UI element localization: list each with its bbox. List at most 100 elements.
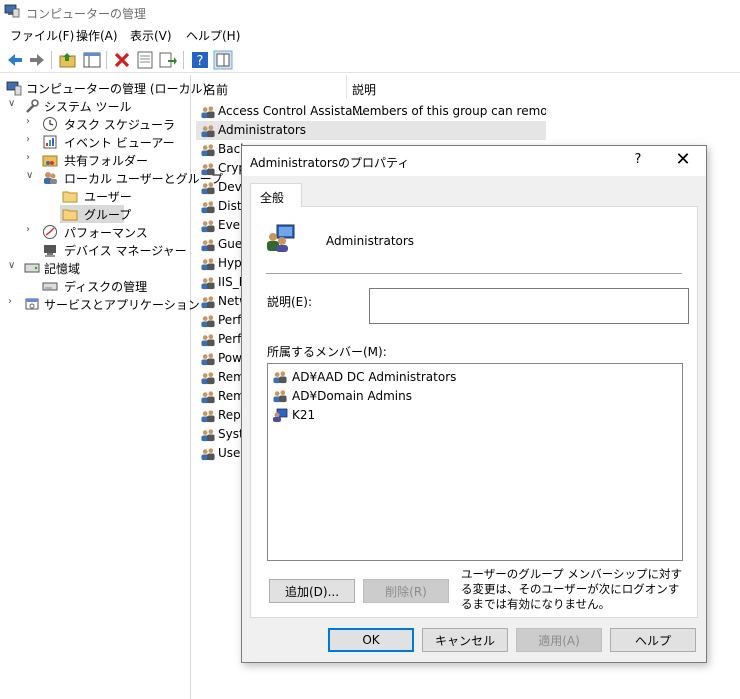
up-folder-icon[interactable] bbox=[58, 50, 78, 70]
tree-item-shared-folders[interactable]: › 共有フォルダー bbox=[26, 151, 190, 169]
chevron-right-icon[interactable]: › bbox=[8, 296, 20, 307]
services-icon bbox=[25, 298, 39, 310]
group-name: Administrators bbox=[326, 234, 415, 248]
group-icon bbox=[200, 351, 216, 366]
member-name: K21 bbox=[292, 408, 316, 422]
properties-icon[interactable] bbox=[135, 50, 155, 70]
description-field[interactable] bbox=[369, 288, 689, 324]
tab-general[interactable]: 全般 bbox=[250, 183, 302, 207]
tree-item-users[interactable]: ユーザー bbox=[60, 187, 190, 205]
help-button[interactable]: ヘルプ bbox=[610, 628, 696, 652]
tree-label: グループ bbox=[84, 208, 132, 222]
tree-item-disk-management[interactable]: ディスクの管理 bbox=[26, 277, 190, 295]
ok-button[interactable]: OK bbox=[328, 628, 414, 652]
tree-item-task-scheduler[interactable]: › タスク スケジューラ bbox=[26, 115, 190, 133]
menu-help[interactable]: ヘルプ(H) bbox=[186, 27, 240, 44]
tree-item-performance[interactable]: › パフォーマンス bbox=[26, 223, 190, 241]
tree-item-services-apps[interactable]: › サービスとアプリケーション bbox=[8, 295, 200, 313]
table-row[interactable]: Access Control Assista... Members of this… bbox=[196, 102, 546, 121]
members-label: 所属するメンバー(M): bbox=[267, 345, 387, 359]
menu-view[interactable]: 表示(V) bbox=[130, 27, 172, 44]
chevron-right-icon[interactable]: › bbox=[26, 116, 38, 127]
add-button[interactable]: 追加(D)... bbox=[269, 579, 355, 603]
delete-icon[interactable] bbox=[112, 50, 132, 70]
group-icon bbox=[200, 313, 216, 328]
back-icon[interactable] bbox=[5, 50, 25, 70]
general-panel: Administrators 説明(E): 所属するメンバー(M): AD¥AA… bbox=[250, 206, 698, 618]
tree-item-root[interactable]: コンピューターの管理 (ローカル) bbox=[4, 79, 207, 97]
row-description: Members of this group can remot... bbox=[352, 104, 546, 118]
column-header-description[interactable]: 説明 bbox=[352, 81, 376, 98]
chevron-right-icon[interactable]: › bbox=[26, 224, 38, 235]
action-pane-icon[interactable] bbox=[213, 50, 233, 70]
computer-management-icon bbox=[4, 4, 20, 18]
tree-item-groups[interactable]: グループ bbox=[60, 205, 131, 223]
member-name: AD¥Domain Admins bbox=[292, 389, 412, 403]
table-row[interactable]: Administrators bbox=[196, 121, 546, 140]
computer-management-icon bbox=[6, 81, 22, 96]
group-icon bbox=[272, 388, 288, 404]
tree-label: 記憶域 bbox=[44, 262, 81, 276]
users-icon bbox=[44, 172, 57, 184]
description-label: 説明(E): bbox=[267, 295, 312, 309]
group-icon bbox=[200, 427, 216, 442]
tree-label: ユーザー bbox=[84, 190, 132, 204]
device-manager-icon bbox=[44, 245, 56, 257]
group-icon bbox=[200, 294, 216, 309]
membership-note: ユーザーのグループ メンバーシップに対する変更は、そのユーザーが次にログオンする… bbox=[461, 567, 683, 611]
forward-icon[interactable] bbox=[27, 50, 47, 70]
menu-action[interactable]: 操作(A) bbox=[76, 27, 118, 44]
member-name: AD¥AAD DC Administrators bbox=[292, 370, 457, 384]
members-list[interactable]: AD¥AAD DC Administrators AD¥Domain Admins… bbox=[267, 363, 683, 561]
shared-folder-icon bbox=[42, 155, 58, 167]
apply-button[interactable]: 適用(A) bbox=[516, 628, 602, 652]
group-icon bbox=[200, 389, 216, 404]
tree-item-storage[interactable]: ∨ 記憶域 bbox=[8, 259, 190, 277]
clock-icon bbox=[43, 117, 57, 131]
column-header-name[interactable]: 名前 bbox=[204, 81, 228, 98]
show-tree-icon[interactable] bbox=[82, 50, 102, 70]
tree-label: システム ツール bbox=[44, 100, 132, 114]
group-icon bbox=[200, 408, 216, 423]
close-icon[interactable]: ✕ bbox=[668, 149, 698, 171]
chevron-right-icon[interactable]: › bbox=[26, 134, 38, 145]
group-icon bbox=[200, 332, 216, 347]
chevron-down-icon[interactable]: ∨ bbox=[8, 98, 20, 109]
performance-icon bbox=[43, 225, 57, 239]
navigation-tree: コンピューターの管理 (ローカル) ∨ システム ツール › タスク スケジュー… bbox=[0, 75, 223, 699]
group-icon bbox=[200, 275, 216, 290]
row-name: Access Control Assista... bbox=[218, 104, 364, 118]
tree-label: イベント ビューアー bbox=[64, 136, 175, 150]
help-icon[interactable]: ? bbox=[626, 152, 650, 172]
dialog-title-bar: Administratorsのプロパティ ? ✕ bbox=[242, 146, 706, 176]
properties-dialog: Administratorsのプロパティ ? ✕ 全般 Administrato… bbox=[241, 145, 707, 663]
export-icon[interactable] bbox=[158, 50, 178, 70]
row-name: Administrators bbox=[218, 123, 307, 137]
storage-icon bbox=[24, 263, 40, 273]
group-icon bbox=[200, 104, 216, 119]
cancel-button[interactable]: キャンセル bbox=[422, 628, 508, 652]
tools-icon bbox=[26, 99, 39, 113]
chevron-down-icon[interactable]: ∨ bbox=[8, 260, 20, 271]
title-bar: コンピューターの管理 bbox=[0, 0, 740, 24]
tree-item-device-manager[interactable]: デバイス マネージャー bbox=[26, 241, 190, 259]
group-icon bbox=[200, 237, 216, 252]
group-icon bbox=[267, 224, 295, 252]
chevron-right-icon[interactable]: › bbox=[26, 152, 38, 163]
tree-label: タスク スケジューラ bbox=[64, 118, 175, 132]
tree-item-system-tools[interactable]: ∨ システム ツール bbox=[8, 97, 190, 115]
menu-file[interactable]: ファイル(F) bbox=[10, 27, 74, 44]
tree-item-event-viewer[interactable]: › イベント ビューアー bbox=[26, 133, 190, 151]
help-icon[interactable]: ? bbox=[190, 50, 210, 70]
group-icon bbox=[200, 218, 216, 233]
group-icon bbox=[200, 370, 216, 385]
chevron-down-icon[interactable]: ∨ bbox=[26, 170, 38, 181]
tree-label: ディスクの管理 bbox=[64, 280, 148, 294]
group-icon bbox=[200, 446, 216, 461]
tree-item-local-users-groups[interactable]: ∨ ローカル ユーザーとグループ bbox=[26, 169, 223, 187]
group-icon bbox=[200, 256, 216, 271]
event-viewer-icon bbox=[43, 135, 57, 149]
tab-label: 全般 bbox=[260, 191, 285, 205]
remove-button[interactable]: 削除(R) bbox=[363, 579, 449, 603]
group-icon bbox=[200, 123, 216, 138]
